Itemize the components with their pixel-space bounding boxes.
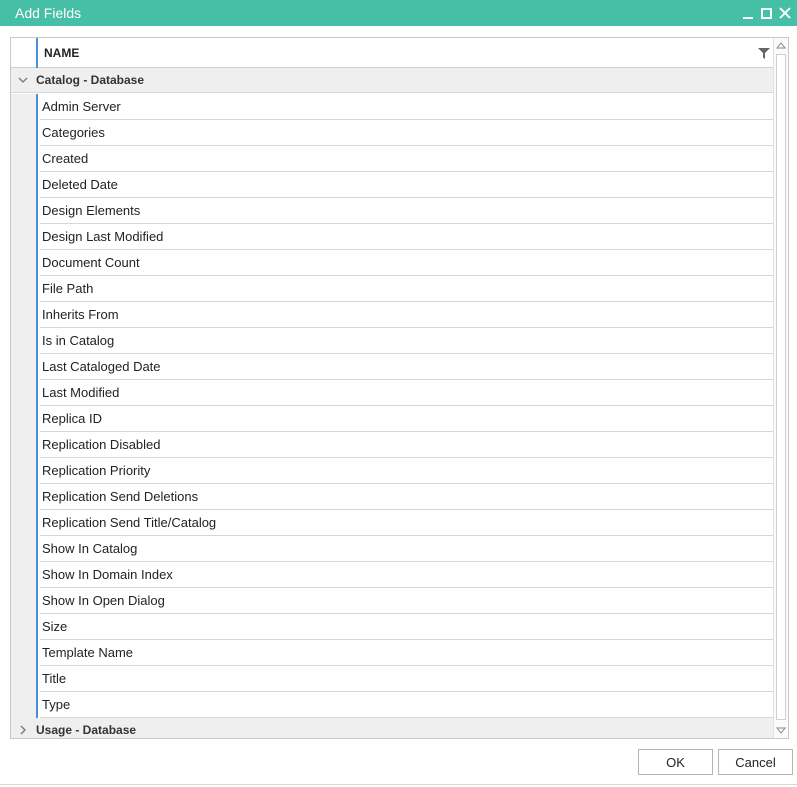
field-list: Admin Server Categories Created Deleted Dat… [11, 94, 774, 718]
field-name-cell[interactable]: Title [40, 666, 774, 692]
grid-header: NAME [11, 38, 774, 68]
row-gutter [11, 354, 38, 380]
chevron-right-icon[interactable] [17, 724, 29, 736]
divider [0, 784, 797, 785]
group-label: Catalog - Database [36, 73, 145, 87]
row-gutter [11, 328, 38, 354]
table-row[interactable]: Created [11, 146, 774, 172]
table-row[interactable]: Replication Send Deletions [11, 484, 774, 510]
close-icon[interactable] [779, 7, 791, 19]
filter-icon[interactable] [758, 48, 770, 59]
table-row[interactable]: Design Last Modified [11, 224, 774, 250]
vertical-scrollbar[interactable] [773, 38, 788, 738]
row-gutter [11, 666, 38, 692]
table-row[interactable]: Title [11, 666, 774, 692]
row-gutter [11, 198, 38, 224]
field-name-cell[interactable]: Replication Send Title/Catalog [40, 510, 774, 536]
table-row[interactable]: Admin Server [11, 94, 774, 120]
row-gutter [11, 172, 38, 198]
row-gutter [11, 120, 38, 146]
field-name-cell[interactable]: Document Count [40, 250, 774, 276]
row-gutter [11, 94, 38, 120]
field-name-cell[interactable]: Inherits From [40, 302, 774, 328]
scroll-down-icon[interactable] [774, 723, 788, 738]
row-gutter [11, 146, 38, 172]
row-gutter [11, 302, 38, 328]
field-name-cell[interactable]: Created [40, 146, 774, 172]
table-row[interactable]: Show In Domain Index [11, 562, 774, 588]
field-name-cell[interactable]: Last Modified [40, 380, 774, 406]
field-name-cell[interactable]: Categories [40, 120, 774, 146]
table-row[interactable]: Replication Disabled [11, 432, 774, 458]
header-gutter [11, 38, 38, 68]
cancel-button[interactable]: Cancel [718, 749, 793, 775]
scrollbar-thumb[interactable] [776, 54, 786, 720]
field-name-cell[interactable]: File Path [40, 276, 774, 302]
window-controls [742, 0, 791, 26]
fields-grid: NAME Catalog - Database Admin Server Cate… [10, 37, 789, 739]
field-name-cell[interactable]: Deleted Date [40, 172, 774, 198]
table-row[interactable]: Document Count [11, 250, 774, 276]
table-row[interactable]: Show In Catalog [11, 536, 774, 562]
row-gutter [11, 432, 38, 458]
field-name-cell[interactable]: Replica ID [40, 406, 774, 432]
row-gutter [11, 588, 38, 614]
field-name-cell[interactable]: Last Cataloged Date [40, 354, 774, 380]
table-row[interactable]: Inherits From [11, 302, 774, 328]
title-bar: Add Fields [0, 0, 797, 26]
table-row[interactable]: Replica ID [11, 406, 774, 432]
table-row[interactable]: Deleted Date [11, 172, 774, 198]
row-gutter [11, 484, 38, 510]
field-name-cell[interactable]: Replication Priority [40, 458, 774, 484]
group-row-catalog-database[interactable]: Catalog - Database [11, 68, 774, 93]
table-row[interactable]: Replication Send Title/Catalog [11, 510, 774, 536]
field-name-cell[interactable]: Admin Server [40, 94, 774, 120]
row-gutter [11, 224, 38, 250]
table-row[interactable]: Design Elements [11, 198, 774, 224]
field-name-cell[interactable]: Type [40, 692, 774, 718]
scroll-up-icon[interactable] [774, 38, 788, 53]
field-name-cell[interactable]: Replication Disabled [40, 432, 774, 458]
table-row[interactable]: Template Name [11, 640, 774, 666]
table-row[interactable]: Categories [11, 120, 774, 146]
field-name-cell[interactable]: Template Name [40, 640, 774, 666]
field-name-cell[interactable]: Is in Catalog [40, 328, 774, 354]
row-gutter [11, 276, 38, 302]
table-row[interactable]: Replication Priority [11, 458, 774, 484]
row-gutter [11, 510, 38, 536]
field-name-cell[interactable]: Show In Open Dialog [40, 588, 774, 614]
table-row[interactable]: File Path [11, 276, 774, 302]
table-row[interactable]: Is in Catalog [11, 328, 774, 354]
ok-button[interactable]: OK [638, 749, 713, 775]
row-gutter [11, 692, 38, 718]
field-name-cell[interactable]: Show In Catalog [40, 536, 774, 562]
row-gutter [11, 536, 38, 562]
field-name-cell[interactable]: Size [40, 614, 774, 640]
field-name-cell[interactable]: Show In Domain Index [40, 562, 774, 588]
table-row[interactable]: Show In Open Dialog [11, 588, 774, 614]
column-header-name[interactable]: NAME [44, 38, 79, 68]
table-row[interactable]: Type [11, 692, 774, 718]
table-row[interactable]: Last Cataloged Date [11, 354, 774, 380]
field-name-cell[interactable]: Design Elements [40, 198, 774, 224]
row-gutter [11, 614, 38, 640]
field-name-cell[interactable]: Design Last Modified [40, 224, 774, 250]
group-row-usage-database[interactable]: Usage - Database [11, 718, 774, 738]
chevron-down-icon[interactable] [17, 74, 29, 86]
row-gutter [11, 406, 38, 432]
minimize-icon[interactable] [742, 7, 754, 19]
row-gutter [11, 562, 38, 588]
row-gutter [11, 640, 38, 666]
maximize-icon[interactable] [761, 7, 772, 19]
row-gutter [11, 380, 38, 406]
field-name-cell[interactable]: Replication Send Deletions [40, 484, 774, 510]
table-row[interactable]: Size [11, 614, 774, 640]
row-gutter [11, 250, 38, 276]
row-gutter [11, 458, 38, 484]
table-row[interactable]: Last Modified [11, 380, 774, 406]
window-title: Add Fields [15, 5, 82, 21]
group-label: Usage - Database [36, 723, 137, 737]
